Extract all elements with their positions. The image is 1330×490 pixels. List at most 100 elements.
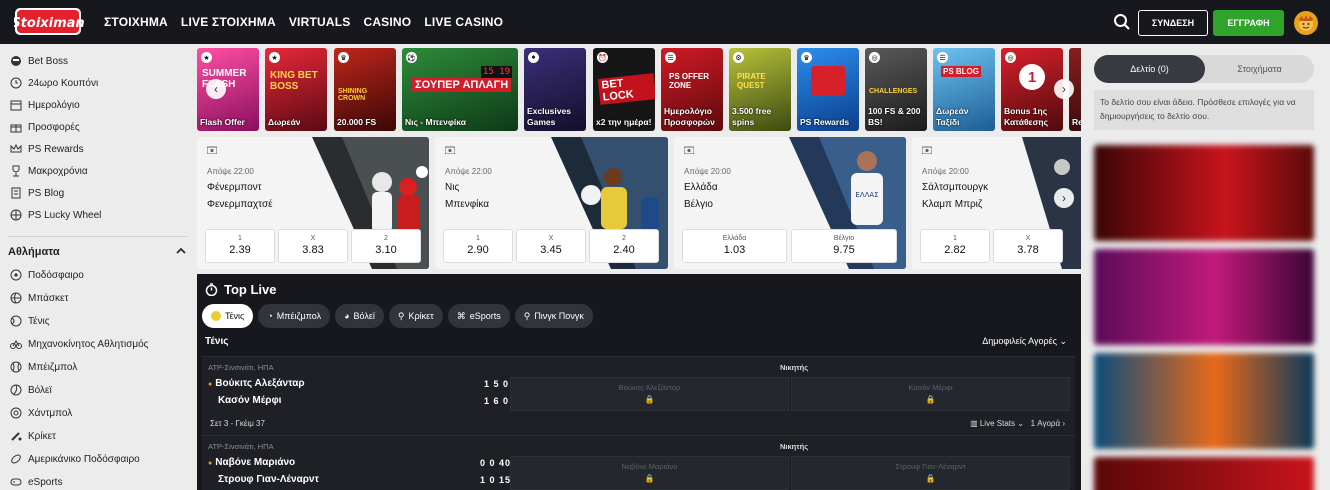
chip-tennis[interactable]: Τένις <box>202 304 254 328</box>
handball-icon <box>10 407 22 419</box>
sidebar-item-offers[interactable]: Προσφορές <box>10 117 80 137</box>
coupon-icon <box>10 77 22 89</box>
chip-baseball[interactable]: ◔ Μπέιζμπολ <box>258 304 331 328</box>
nav-sports[interactable]: ΣΤΟΙΧΗΜΑ <box>104 15 168 29</box>
crown-icon <box>10 143 22 155</box>
sidebar-sport-soccer[interactable]: Ποδόσφαιρο <box>10 265 84 285</box>
tab-my-bets[interactable]: Στοιχήματα <box>1205 55 1314 83</box>
live-match-row[interactable]: ATP-Σινσινάτι, ΗΠΑ Νικητής ● Βούκιτς Αλεξ… <box>202 356 1075 435</box>
sidebar-item-label: PS Rewards <box>28 143 84 155</box>
promo-card[interactable]: ◎ CHALLENGES 100 FS & 200 BS! <box>865 48 927 131</box>
sidebar-sport-esports[interactable]: eSports <box>10 472 62 490</box>
promo-card[interactable]: ♛ SHINING CROWN 20.000 FS <box>334 48 396 131</box>
search-icon[interactable] <box>1113 13 1131 31</box>
nav-live-casino[interactable]: LIVE CASINO <box>424 15 503 29</box>
sports-header[interactable]: Αθλήματα <box>8 246 186 258</box>
event-team-away: Βέλγιο <box>684 199 713 210</box>
live-match-row[interactable]: ATP-Σινσινάτι, ΗΠΑ Νικητής ● Ναβόνε Μαριά… <box>202 435 1075 490</box>
camera-icon <box>445 146 455 154</box>
promo-banner[interactable] <box>1094 353 1314 449</box>
promo-card[interactable]: ♠ Exclusives Games <box>524 48 586 131</box>
top-live-section: Top Live Τένις ◔ Μπέιζμπολ ◕ Βόλεϊ ⚲ Κρίκετ… <box>197 274 1081 490</box>
sidebar-item-lucky-wheel[interactable]: PS Lucky Wheel <box>10 205 101 225</box>
promo-card[interactable]: ⏰ BET LOCK x2 την ημέρα! <box>593 48 655 131</box>
event-card[interactable]: Απόψε 22:00 Νις Μπενφίκα 1 2.90 X 3.45 2 2.… <box>435 137 668 269</box>
promo-card[interactable]: ⚙ PIRATE QUEST 3.500 free spins <box>729 48 791 131</box>
chip-pingpong[interactable]: ⚲ Πινγκ Πονγκ <box>514 304 593 328</box>
sidebar-item-long-term[interactable]: Μακροχρόνια <box>10 161 88 181</box>
promo-banner[interactable] <box>1094 457 1314 490</box>
promo-banner[interactable] <box>1094 145 1314 241</box>
sidebar-item-bet-boss[interactable]: Bet Boss <box>10 51 68 71</box>
avatar[interactable] <box>1294 11 1318 35</box>
locked-odd-label: Βούκιτς Αλεξάνταρ <box>618 383 681 392</box>
sidebar-sport-tennis[interactable]: Τένις <box>10 311 50 331</box>
odd-button[interactable]: Ελλάδα 1.03 <box>682 229 787 263</box>
odd-button[interactable]: X 3.83 <box>278 229 348 263</box>
sidebar-sport-volleyball[interactable]: Βόλεϊ <box>10 380 52 400</box>
stoiximan-logo[interactable]: Stoiximan <box>11 6 85 38</box>
sidebar-item-label: Μπέιζμπολ <box>28 361 78 373</box>
sidebar-sport-basketball[interactable]: Μπάσκετ <box>10 288 68 308</box>
event-time: Απόψε 20:00 <box>922 167 969 176</box>
odd-label: 1 <box>953 235 957 242</box>
sidebar-sport-motorsport[interactable]: Μηχανοκίνητος Αθλητισμός <box>10 334 149 354</box>
odd-button[interactable]: 1 2.90 <box>443 229 513 263</box>
chip-esports[interactable]: ⌘ eSports <box>447 304 510 328</box>
left-sidebar: Bet Boss 24ωρο Κουπόνι Ημερολόγιο Προσφο… <box>0 44 196 490</box>
promo-type-icon: ☰ <box>937 52 948 63</box>
odd-button[interactable]: Βέλγιο 9.75 <box>791 229 897 263</box>
main-nav: ΣΤΟΙΧΗΜΑ LIVE ΣΤΟΙΧΗΜΑ VIRTUALS CASINO L… <box>104 0 503 44</box>
odd-button[interactable]: 2 3.10 <box>351 229 421 263</box>
popular-markets-dropdown[interactable]: Δημοφιλείς Αγορές ⌄ <box>982 336 1067 347</box>
promo-art-text: 1 <box>1019 64 1045 90</box>
odd-button[interactable]: X 3.78 <box>993 229 1063 263</box>
carousel-prev-arrow[interactable]: ‹ <box>206 79 226 99</box>
sidebar-sport-cricket[interactable]: Κρίκετ <box>10 426 56 446</box>
stats-icon: ▥ <box>970 419 980 428</box>
promo-card[interactable]: ☰ PS BLOG Δωρεάν Ταξίδι <box>933 48 995 131</box>
promo-type-icon: ♛ <box>338 52 349 63</box>
markets-link[interactable]: 1 Αγορά › <box>1031 419 1065 428</box>
odd-value: 9.75 <box>833 244 855 256</box>
chip-label: Μπέιζμπολ <box>276 311 322 321</box>
match-league: ATP-Σινσινάτι, ΗΠΑ <box>208 363 274 372</box>
event-card[interactable]: ΕΛΛΑΣ Απόψε 20:00 Ελλάδα Βέλγιο Ελλάδα 1.… <box>674 137 906 269</box>
register-button[interactable]: ΕΓΓΡΑΦΗ <box>1213 10 1284 36</box>
nav-live-betting[interactable]: LIVE ΣΤΟΙΧΗΜΑ <box>181 15 276 29</box>
sidebar-item-calendar[interactable]: Ημερολόγιο <box>10 95 80 115</box>
sidebar-item-24h-coupon[interactable]: 24ωρο Κουπόνι <box>10 73 98 93</box>
event-card[interactable]: Απόψε 22:00 Φένερμποντ Φενερμπαχτσέ 1 2.3… <box>197 137 429 269</box>
promo-card[interactable]: ♛ PS Rewards <box>797 48 859 131</box>
promo-card[interactable]: ★ KING BET BOSS Δωρεάν <box>265 48 327 131</box>
chevron-up-icon[interactable] <box>176 246 186 258</box>
promo-card-wide[interactable]: ⚽ ΣΟΥΠΕΡ ΑΠΛΑΓΗ 15 19 Νις - Μπενφίκα <box>402 48 518 131</box>
odd-button[interactable]: X 3.45 <box>516 229 586 263</box>
camera-icon <box>684 146 694 154</box>
live-stats-link[interactable]: ▥ Live Stats ⌄ <box>970 419 1024 428</box>
chip-volleyball[interactable]: ◕ Βόλεϊ <box>335 304 384 328</box>
events-next-arrow[interactable]: › <box>1054 188 1074 208</box>
empty-betslip-message: Το δελτίο σου είναι άδειο. Πρόσθεσε επιλ… <box>1094 90 1314 130</box>
promo-banner[interactable] <box>1094 249 1314 345</box>
sidebar-item-label: 24ωρο Κουπόνι <box>28 77 99 89</box>
odd-button[interactable]: 1 2.39 <box>205 229 275 263</box>
promo-card[interactable]: ☰ PS OFFER ZONE Ημερολόγιο Προσφορών <box>661 48 723 131</box>
promo-label: 100 FS & 200 BS! <box>868 106 921 127</box>
chip-label: eSports <box>469 311 501 321</box>
tab-betslip[interactable]: Δελτίο (0) <box>1094 55 1205 83</box>
chip-cricket[interactable]: ⚲ Κρίκετ <box>388 304 443 328</box>
sidebar-sport-american-football[interactable]: Αμερικάνικο Ποδόσφαιρο <box>10 449 140 469</box>
sidebar-sport-handball[interactable]: Χάντμπολ <box>10 403 72 423</box>
nav-virtuals[interactable]: VIRTUALS <box>289 15 351 29</box>
odd-button[interactable]: 1 2.82 <box>920 229 990 263</box>
odd-label: Ελλάδα <box>722 235 747 242</box>
nav-casino[interactable]: CASINO <box>363 15 411 29</box>
carousel-next-arrow[interactable]: › <box>1054 79 1074 99</box>
sidebar-item-ps-blog[interactable]: PS Blog <box>10 183 64 203</box>
odd-button[interactable]: 2 2.40 <box>589 229 659 263</box>
sidebar-sport-baseball[interactable]: Μπέιζμπολ <box>10 357 77 377</box>
odd-value: 3.78 <box>1017 244 1039 256</box>
login-button[interactable]: ΣΥΝΔΕΣΗ <box>1138 10 1208 36</box>
sidebar-item-ps-rewards[interactable]: PS Rewards <box>10 139 84 159</box>
